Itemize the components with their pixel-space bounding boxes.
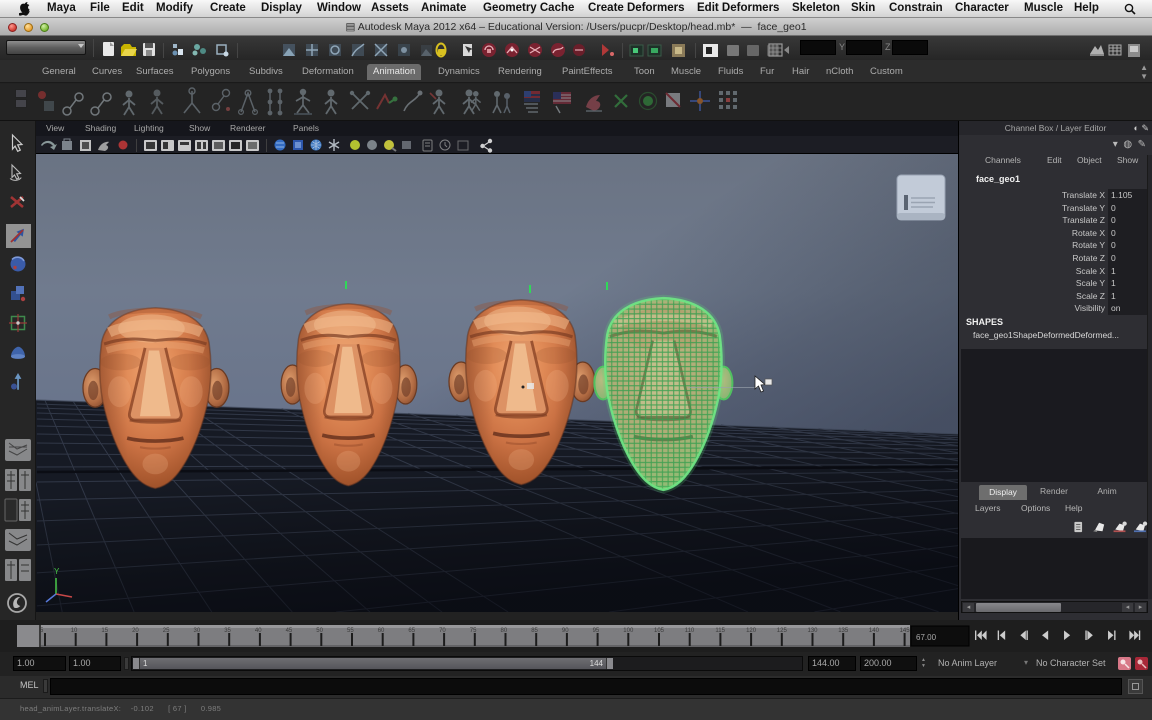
svg-text:85: 85	[531, 628, 538, 634]
svg-text:25: 25	[163, 628, 170, 634]
svg-text:115: 115	[715, 628, 725, 634]
svg-text:50: 50	[316, 628, 323, 634]
svg-text:15: 15	[101, 628, 108, 634]
svg-text:125: 125	[777, 628, 788, 634]
svg-text:105: 105	[654, 628, 665, 634]
svg-text:140: 140	[869, 628, 880, 634]
svg-text:30: 30	[194, 628, 201, 634]
svg-text:90: 90	[562, 628, 569, 634]
svg-text:35: 35	[224, 628, 231, 634]
svg-text:40: 40	[255, 628, 262, 634]
svg-text:80: 80	[501, 628, 508, 634]
svg-text:120: 120	[746, 628, 757, 634]
svg-text:145: 145	[900, 628, 911, 634]
svg-text:67.00: 67.00	[916, 633, 937, 642]
svg-text:55: 55	[347, 628, 354, 634]
svg-text:95: 95	[593, 628, 600, 634]
svg-text:130: 130	[808, 628, 819, 634]
svg-text:75: 75	[470, 628, 477, 634]
svg-text:110: 110	[685, 628, 695, 634]
svg-text:10: 10	[71, 628, 78, 634]
svg-text:135: 135	[838, 628, 849, 634]
svg-text:100: 100	[623, 628, 634, 634]
svg-text:20: 20	[132, 628, 139, 634]
svg-text:Y: Y	[54, 567, 60, 576]
svg-text:45: 45	[286, 628, 293, 634]
svg-text:70: 70	[439, 628, 446, 634]
svg-text:65: 65	[408, 628, 415, 634]
svg-text:60: 60	[378, 628, 385, 634]
